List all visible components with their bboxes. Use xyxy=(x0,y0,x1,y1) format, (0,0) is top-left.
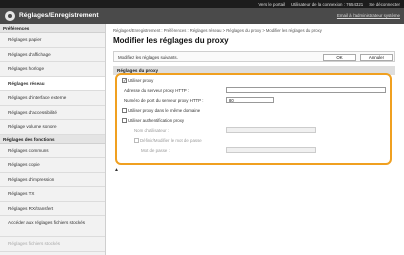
sidebar-item-common[interactable]: Réglages communs xyxy=(0,144,105,158)
sidebar-item-display[interactable]: Réglages d'affichage xyxy=(0,48,105,62)
top-bar: Vers le portail Utilisateur de la connex… xyxy=(0,0,404,8)
app-header: Réglages/Enregistrement Email à l'admini… xyxy=(0,8,404,24)
http-address-row: Adresse du serveur proxy HTTP : xyxy=(124,88,189,93)
http-port-row: Numéro de port du serveur proxy HTTP : xyxy=(124,98,203,103)
sidebar-item-accessibility[interactable]: Réglages d'accessibilité xyxy=(0,106,105,120)
settings-logo-icon xyxy=(5,11,15,21)
sidebar-item-print[interactable]: Réglages d'impression xyxy=(0,173,105,187)
admin-email-link[interactable]: Email à l'administrateur système xyxy=(337,13,400,18)
cancel-button[interactable]: Annuler xyxy=(360,53,393,61)
auth-checkbox[interactable] xyxy=(122,118,127,123)
password-label: Mot de passe : xyxy=(141,148,170,153)
same-domain-row: Utiliser proxy dans le même domaine xyxy=(122,108,200,113)
main-content: Réglages/Enregistrement : Préférences : … xyxy=(110,24,404,255)
use-proxy-checkbox[interactable] xyxy=(122,78,127,83)
portal-link[interactable]: Vers le portail xyxy=(258,2,285,7)
same-domain-checkbox[interactable] xyxy=(122,108,127,113)
set-password-checkbox[interactable] xyxy=(134,138,139,143)
logout-link[interactable]: Se déconnecter xyxy=(369,2,400,7)
sidebar-section-preferences: Préférences xyxy=(0,24,105,33)
password-row: Mot de passe : xyxy=(141,148,170,153)
sidebar-item-volume[interactable]: Réglage volume sonore xyxy=(0,120,105,135)
sidebar-item-clock[interactable]: Réglages horloge xyxy=(0,62,105,77)
sidebar-item-stored-files-access[interactable]: Accéder aux réglages fichiers stockés xyxy=(0,216,105,237)
page-title: Modifier les réglages du proxy xyxy=(113,36,229,45)
sidebar-item-rx-transfer[interactable]: Réglages RX/transfert xyxy=(0,202,105,216)
http-port-label: Numéro de port du serveur proxy HTTP : xyxy=(124,98,204,103)
ok-button[interactable]: OK xyxy=(323,53,356,61)
hint-text: Modifiez les réglages suivants. xyxy=(118,55,178,60)
http-port-input[interactable]: 80 xyxy=(226,97,274,103)
sidebar-item-network[interactable]: Réglages réseau xyxy=(0,76,105,91)
set-password-row: Définir/Modifier le mot de passe xyxy=(134,138,202,143)
username-label: Nom d'utilisateur : xyxy=(134,128,170,133)
action-bar: Modifiez les réglages suivants. OK Annul… xyxy=(113,51,395,62)
sidebar-section-functions: Réglages des fonctions xyxy=(0,134,105,144)
sidebar-item-paper[interactable]: Réglages papier xyxy=(0,33,105,48)
top-links: Vers le portail Utilisateur de la connex… xyxy=(258,0,400,8)
sidebar-item-tx[interactable]: Réglages TX xyxy=(0,187,105,202)
password-input[interactable] xyxy=(226,147,316,153)
http-address-label: Adresse du serveur proxy HTTP : xyxy=(124,88,190,93)
auth-row: Utiliser authentification proxy xyxy=(122,118,184,123)
sidebar: Préférences Réglages papier Réglages d'a… xyxy=(0,24,106,255)
app-title: Réglages/Enregistrement xyxy=(19,12,99,19)
same-domain-label: Utiliser proxy dans le même domaine xyxy=(128,108,201,113)
set-password-label: Définir/Modifier le mot de passe xyxy=(140,138,202,143)
use-proxy-label: Utiliser proxy xyxy=(128,78,154,83)
login-user-label: Utilisateur de la connexion : 7654321 xyxy=(290,1,364,7)
username-row: Nom d'utilisateur : xyxy=(134,128,169,133)
breadcrumb[interactable]: Réglages/Enregistrement : Préférences : … xyxy=(113,28,322,33)
use-proxy-row: Utiliser proxy xyxy=(122,78,153,83)
username-input[interactable] xyxy=(226,127,316,133)
auth-label: Utiliser authentification proxy xyxy=(128,118,185,123)
sidebar-item-stored-files[interactable]: Réglages fichiers stockés xyxy=(0,237,105,252)
sidebar-item-external-interface[interactable]: Réglages d'interface externe xyxy=(0,91,105,106)
http-address-input[interactable] xyxy=(226,87,386,93)
back-to-top-icon[interactable]: ▲ xyxy=(114,167,119,173)
sidebar-item-copy[interactable]: Réglages copie xyxy=(0,158,105,173)
